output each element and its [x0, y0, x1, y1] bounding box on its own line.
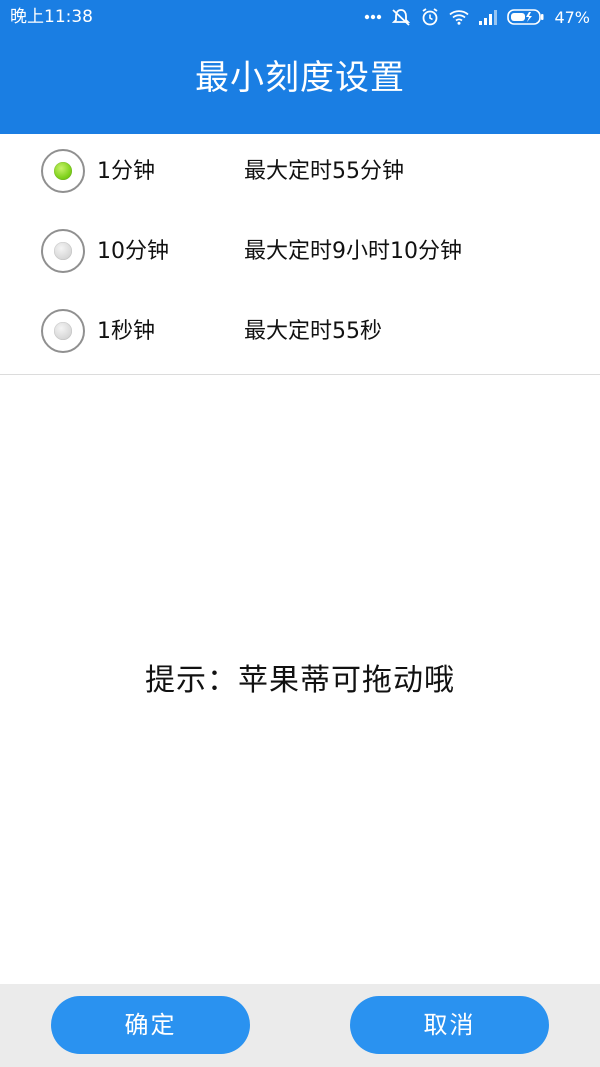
status-bar: 晚上11:38 47%	[0, 0, 600, 34]
alarm-clock-icon	[420, 7, 440, 27]
status-time: 晚上11:38	[10, 7, 93, 27]
alarm-off-icon	[391, 7, 411, 27]
option-description: 最大定时9小时10分钟	[244, 239, 462, 264]
bottom-button-bar: 确定 取消	[0, 984, 600, 1067]
radio-button-selected[interactable]	[41, 149, 85, 193]
radio-selected-dot	[54, 162, 72, 180]
option-10-minutes[interactable]: 10分钟 最大定时9小时10分钟	[0, 214, 600, 294]
option-label: 10分钟	[97, 239, 169, 264]
more-dots-icon	[364, 14, 382, 20]
option-1-minute[interactable]: 1分钟 最大定时55分钟	[0, 134, 600, 214]
option-description: 最大定时55分钟	[244, 159, 404, 184]
header: 最小刻度设置	[0, 34, 600, 134]
confirm-button[interactable]: 确定	[51, 996, 250, 1054]
scale-option-list: 1分钟 最大定时55分钟 10分钟 最大定时9小时10分钟 1秒钟 最大定时55…	[0, 134, 600, 375]
status-icons: 47%	[355, 5, 590, 29]
radio-button[interactable]	[41, 229, 85, 273]
cancel-button[interactable]: 取消	[350, 996, 549, 1054]
radio-button[interactable]	[41, 309, 85, 353]
option-description: 最大定时55秒	[244, 319, 382, 344]
signal-icon	[478, 9, 498, 25]
option-1-second[interactable]: 1秒钟 最大定时55秒	[0, 294, 600, 374]
page-title: 最小刻度设置	[195, 58, 405, 98]
battery-percent: 47%	[554, 7, 590, 27]
option-label: 1秒钟	[97, 319, 155, 344]
battery-icon	[507, 8, 545, 26]
radio-dot	[54, 242, 72, 260]
option-label: 1分钟	[97, 159, 155, 184]
hint-text: 提示：苹果蒂可拖动哦	[145, 663, 455, 698]
radio-dot	[54, 322, 72, 340]
wifi-icon	[449, 9, 470, 25]
